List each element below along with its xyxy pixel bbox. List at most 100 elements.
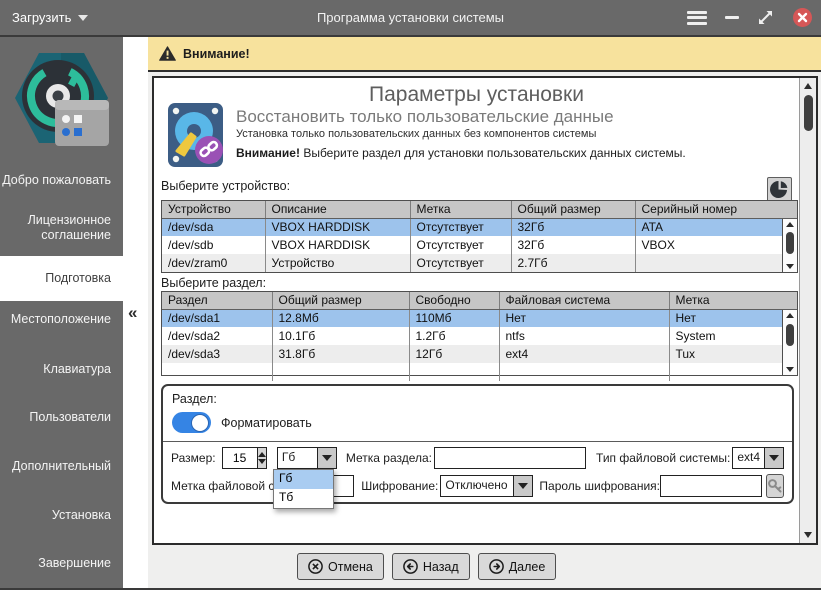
partition-box-label: Раздел: [172,392,217,406]
disk-usage-button[interactable] [767,177,792,202]
size-input[interactable] [222,447,258,469]
sidebar-item-preparation[interactable]: Подготовка [0,256,123,301]
partition-section-label: Выберите раздел: [161,276,266,290]
partition-options-box: Раздел: Форматировать Размер: Гб Метка р… [161,384,794,504]
table-row[interactable]: /dev/sdaVBOX HARDDISKОтсутствует32ГбATA [162,218,797,236]
minimize-button[interactable] [725,16,739,19]
settings-panel: Параметры установки Восстановить только … [152,76,818,545]
load-button[interactable]: Загрузить [12,0,88,35]
sidebar: Добро пожаловать Лицензионное соглашение… [0,37,123,588]
table-row-empty [162,363,797,381]
warning-banner-text: Внимание! [183,47,250,61]
hdd-restore-icon [167,102,227,168]
maximize-button[interactable] [757,9,774,26]
scroll-down-icon [786,264,794,269]
table-row[interactable]: /dev/sda112.8Мб110МбНетНет [162,309,797,327]
size-stepper[interactable] [258,447,267,469]
sidebar-gutter: « [123,37,148,588]
chevron-down-icon [765,447,784,469]
format-toggle-label: Форматировать [221,416,312,430]
back-arrow-icon [403,559,418,574]
expand-icon [757,9,774,26]
password-label: Пароль шифрования: [539,479,660,493]
pie-chart-icon [770,180,789,199]
window-controls [687,0,813,35]
minimize-icon [725,16,739,19]
chevron-down-icon [318,447,337,469]
scroll-down-icon [804,532,812,538]
cancel-icon [308,559,323,574]
section-subheading: Установка только пользовательских данных… [236,128,596,140]
spin-up-icon [258,452,266,457]
partition-name-input[interactable] [434,447,586,469]
cancel-button[interactable]: Отмена [297,553,384,580]
spin-down-icon [258,459,266,464]
next-arrow-icon [489,559,504,574]
partition-table-scrollbar[interactable] [782,310,797,375]
scrollbar-thumb[interactable] [786,232,794,254]
sidebar-item-keyboard[interactable]: Клавиатура [0,355,123,385]
unit-option-tb[interactable]: Тб [274,489,333,508]
encryption-password-input[interactable] [660,475,762,497]
section-warning: Внимание! Выберите раздел для установки … [236,146,686,160]
device-table-scrollbar[interactable] [782,219,797,272]
back-button[interactable]: Назад [392,553,470,580]
encryption-label: Шифрование: [361,479,438,493]
section-heading: Восстановить только пользовательские дан… [236,107,614,127]
unit-option-gb[interactable]: Гб [274,470,333,489]
show-password-button[interactable] [766,474,784,498]
scrollbar-thumb[interactable] [786,324,794,346]
main-scrollbar[interactable] [799,78,816,543]
size-label: Размер: [171,451,216,465]
chevron-down-icon [78,15,88,21]
scroll-up-icon [804,83,812,89]
fs-type-label: Тип файловой системы: [596,451,730,465]
sidebar-item-finish[interactable]: Завершение [0,549,123,579]
sidebar-item-welcome[interactable]: Добро пожаловать [0,161,123,201]
table-row[interactable]: /dev/zram0УстройствоОтсутствует2.7Гб [162,254,797,272]
scroll-up-icon [786,313,794,318]
size-unit-select[interactable]: Гб [277,447,337,469]
load-button-label: Загрузить [12,10,71,25]
warning-banner: Внимание! [148,37,821,72]
size-unit-value: Гб [277,447,318,469]
fs-label-label: Метка файловой системы: [171,479,278,493]
encryption-select[interactable]: Отключено [440,475,533,497]
partition-table-header: Раздел Общий размер Свободно Файловая си… [162,292,797,309]
encryption-value: Отключено [440,475,514,497]
sidebar-item-install[interactable]: Установка [0,501,123,531]
device-table-header: Устройство Описание Метка Общий размер С… [162,201,797,218]
close-button[interactable] [792,7,813,28]
device-table: Устройство Описание Метка Общий размер С… [161,200,798,273]
installer-window: Загрузить Программа установки системы [0,0,821,590]
close-icon [792,7,813,28]
menu-button[interactable] [687,11,707,25]
main-area: Внимание! Параметры установки Восстанови [148,37,821,588]
sidebar-item-additional[interactable]: Дополнительный [0,452,123,482]
next-button[interactable]: Далее [478,553,557,580]
footer-bar: Отмена Назад Далее [148,545,821,588]
key-icon [767,478,783,494]
device-section-label: Выберите устройство: [161,179,290,193]
scroll-up-icon [786,222,794,227]
hamburger-icon [687,11,707,25]
partition-name-label: Метка раздела: [346,451,432,465]
fs-type-select[interactable]: ext4 [732,447,784,469]
table-row[interactable]: /dev/sdbVBOX HARDDISKОтсутствует32ГбVBOX [162,236,797,254]
table-row[interactable]: /dev/sda331.8Гб12Гбext4Tux [162,345,797,363]
sidebar-item-license[interactable]: Лицензионное соглашение [0,208,123,248]
sidebar-item-location[interactable]: Местоположение [0,305,123,335]
size-unit-dropdown: Гб Тб [273,469,334,509]
toggle-knob [191,414,209,432]
page-title: Параметры установки [154,83,799,107]
title-bar: Загрузить Программа установки системы [0,0,821,37]
fs-type-value: ext4 [732,447,765,469]
collapse-sidebar-button[interactable]: « [128,303,137,323]
sidebar-item-users[interactable]: Пользователи [0,403,123,433]
scrollbar-thumb[interactable] [804,95,813,131]
table-row[interactable]: /dev/sda210.1Гб1.2ГбntfsSystem [162,327,797,345]
format-toggle[interactable] [172,412,211,433]
chevron-down-icon [514,475,533,497]
partition-table: Раздел Общий размер Свободно Файловая си… [161,291,798,376]
scroll-down-icon [786,367,794,372]
